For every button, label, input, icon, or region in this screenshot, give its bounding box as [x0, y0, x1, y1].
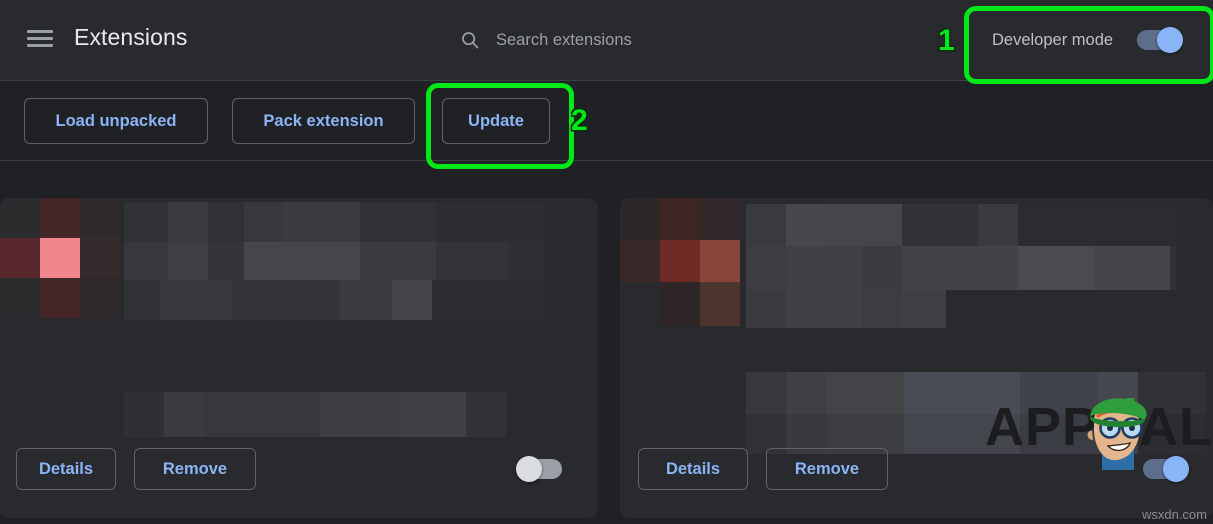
load-unpacked-button[interactable]: Load unpacked	[24, 98, 208, 144]
developer-mode-label: Developer mode	[992, 30, 1114, 49]
page-title: Extensions	[74, 24, 188, 50]
developer-mode-control[interactable]: Developer mode	[972, 13, 1197, 67]
search-icon	[462, 32, 479, 49]
toggle-knob	[516, 456, 542, 482]
extension-icon-redacted	[0, 198, 120, 318]
update-button[interactable]: Update	[442, 98, 550, 144]
remove-button[interactable]: Remove	[134, 448, 256, 490]
extensions-page: Extensions Developer mode Load unpacked …	[0, 0, 1213, 524]
search-box[interactable]	[437, 12, 768, 68]
extension-name-redacted	[746, 204, 1176, 328]
annotation-number-2: 2	[571, 104, 588, 137]
details-button[interactable]: Details	[638, 448, 748, 490]
toggle-knob	[1157, 27, 1183, 53]
extension-icon-redacted	[620, 198, 740, 326]
annotation-number-1: 1	[938, 24, 955, 57]
extension-enable-toggle[interactable]	[1143, 456, 1189, 482]
extension-name-redacted	[124, 202, 544, 320]
details-button[interactable]: Details	[16, 448, 116, 490]
remove-button[interactable]: Remove	[766, 448, 888, 490]
extension-description-redacted	[124, 392, 506, 437]
toggle-knob	[1163, 456, 1189, 482]
page-header: Extensions Developer mode	[0, 0, 1213, 81]
developer-mode-toggle[interactable]	[1137, 27, 1183, 53]
extension-description-redacted	[746, 372, 1206, 454]
extension-enable-toggle[interactable]	[516, 456, 562, 482]
pack-extension-button[interactable]: Pack extension	[232, 98, 415, 144]
extension-card[interactable]: Details Remove	[620, 198, 1213, 518]
hamburger-menu-icon[interactable]	[27, 28, 53, 50]
extension-card[interactable]: Details Remove	[0, 198, 598, 518]
search-input[interactable]	[496, 30, 746, 50]
